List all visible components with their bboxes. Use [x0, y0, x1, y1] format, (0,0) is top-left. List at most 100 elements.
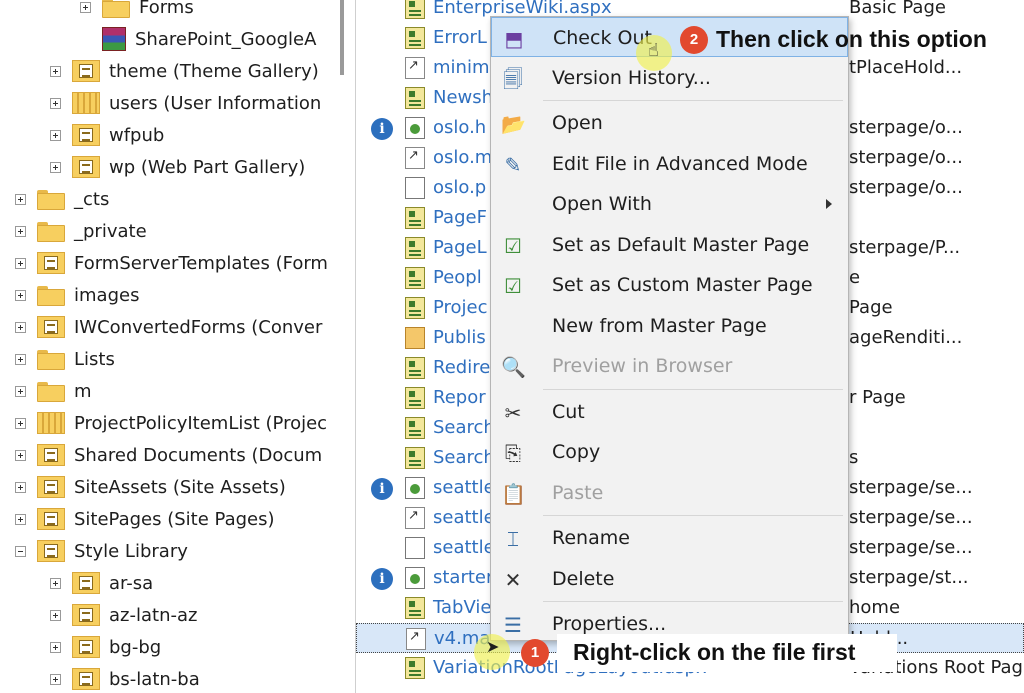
file-name-link[interactable]: Search	[433, 443, 495, 473]
tree-item[interactable]: images	[15, 279, 139, 311]
file-name-link[interactable]: Projec	[433, 293, 488, 323]
file-name-link[interactable]: PageF	[433, 203, 487, 233]
file-name-link[interactable]: Newsh	[433, 83, 493, 113]
file-name-link[interactable]: oslo.p	[433, 173, 486, 203]
tree-item[interactable]: theme (Theme Gallery)	[50, 55, 319, 87]
tree-scrollbar-thumb[interactable]	[340, 0, 344, 75]
menu-item-version-history[interactable]: 🗐 Version History...	[491, 58, 848, 98]
tree-item[interactable]: az-latn-az	[50, 599, 197, 631]
tree-item[interactable]: wp (Web Part Gallery)	[50, 151, 305, 183]
tree-item[interactable]: bg-bg	[50, 631, 161, 663]
expand-icon[interactable]	[15, 257, 26, 269]
expand-icon[interactable]	[15, 289, 26, 301]
tree-item[interactable]: SitePages (Site Pages)	[15, 503, 275, 535]
file-name-link[interactable]: seattle	[433, 503, 495, 533]
tree-item[interactable]: wfpub	[50, 119, 164, 151]
expand-icon[interactable]	[15, 193, 26, 205]
tree-item[interactable]: ProjectPolicyItemList (Projec	[15, 407, 327, 439]
menu-item-label: Open	[552, 112, 603, 134]
link-file-icon	[405, 147, 425, 169]
file-name-link[interactable]: oslo.h	[433, 113, 486, 143]
tree-item[interactable]: _cts	[15, 183, 109, 215]
page-file-icon	[405, 0, 425, 19]
tree-item[interactable]: m	[15, 375, 92, 407]
file-name-link[interactable]: seattle	[433, 473, 495, 503]
expand-icon[interactable]	[15, 321, 26, 333]
folder-icon	[37, 188, 65, 210]
menu-item-delete[interactable]: ✕ Delete	[491, 559, 848, 599]
menu-item-copy[interactable]: ⎘ Copy	[491, 432, 848, 472]
menu-item-set-default-master[interactable]: ☑ Set as Default Master Page	[491, 225, 848, 265]
list-icon	[72, 92, 100, 114]
library-icon	[72, 668, 100, 690]
library-icon	[37, 316, 65, 338]
tree-item[interactable]: users (User Information	[50, 87, 321, 119]
tree-item-label: SitePages (Site Pages)	[74, 508, 275, 530]
collapse-icon[interactable]	[15, 545, 26, 557]
hand-cursor-icon: ☝	[648, 40, 659, 61]
file-title: home	[849, 597, 901, 618]
expand-icon[interactable]	[15, 513, 26, 525]
file-title: sterpage/se...	[849, 507, 973, 528]
tree-item[interactable]: IWConvertedForms (Conver	[15, 311, 322, 343]
tree-item[interactable]: Lists	[15, 343, 115, 375]
menu-item-cut[interactable]: ✂ Cut	[491, 392, 848, 432]
master-file-icon	[405, 477, 425, 499]
file-name-link[interactable]: Search	[433, 413, 495, 443]
menu-item-new-from-master[interactable]: New from Master Page	[491, 306, 848, 346]
step-2-text: Then click on this option	[716, 26, 987, 52]
tree-item[interactable]: Forms	[80, 0, 194, 23]
tree-item[interactable]: SiteAssets (Site Assets)	[15, 471, 286, 503]
menu-item-preview: 🔍 Preview in Browser	[491, 346, 848, 386]
expand-icon[interactable]	[50, 129, 61, 141]
tree-item[interactable]: Style Library	[15, 535, 188, 567]
file-name-link[interactable]: PageL	[433, 233, 487, 263]
menu-item-edit-advanced[interactable]: ✎ Edit File in Advanced Mode	[491, 144, 848, 184]
menu-item-label: Delete	[552, 567, 615, 590]
menu-item-open-with[interactable]: Open With	[491, 184, 848, 224]
file-name-link[interactable]: starter	[433, 563, 493, 593]
menu-item-open[interactable]: 📂 Open	[491, 103, 848, 143]
tree-item[interactable]: _private	[15, 215, 147, 247]
expand-icon[interactable]	[50, 577, 61, 589]
tree-item[interactable]: bs-latn-ba	[50, 663, 200, 693]
file-name-link[interactable]: TabVie	[433, 593, 491, 623]
pane-splitter[interactable]	[338, 0, 346, 693]
expand-icon[interactable]	[15, 481, 26, 493]
file-name-link[interactable]: Peopl	[433, 263, 482, 293]
file-name-link[interactable]: Publis	[433, 323, 486, 353]
file-name-link[interactable]: ErrorL	[433, 23, 487, 53]
tree-item[interactable]: Shared Documents (Docum	[15, 439, 322, 471]
version-history-icon: 🗐	[503, 66, 523, 91]
expand-icon[interactable]	[80, 1, 91, 13]
file-name-link[interactable]: Redire	[433, 353, 490, 383]
file-name-link[interactable]: minim	[433, 53, 489, 83]
file-name-link[interactable]: seattle	[433, 533, 495, 563]
info-icon[interactable]: i	[371, 478, 393, 500]
menu-item-set-custom-master[interactable]: ☑ Set as Custom Master Page	[491, 265, 848, 305]
expand-icon[interactable]	[15, 449, 26, 461]
file-title: sterpage/o...	[849, 147, 963, 168]
expand-icon[interactable]	[50, 609, 61, 621]
expand-icon[interactable]	[50, 97, 61, 109]
tree-item[interactable]: SharePoint_GoogleA	[102, 23, 316, 55]
expand-icon[interactable]	[50, 161, 61, 173]
expand-icon[interactable]	[50, 641, 61, 653]
menu-item-rename[interactable]: ⌶ Rename	[491, 518, 848, 558]
file-title: tPlaceHold...	[849, 57, 963, 78]
tree-item-label: m	[74, 380, 92, 402]
tree-item[interactable]: ar-sa	[50, 567, 153, 599]
info-icon[interactable]: i	[371, 568, 393, 590]
properties-icon: ☰	[504, 613, 522, 637]
expand-icon[interactable]	[15, 417, 26, 429]
expand-icon[interactable]	[50, 673, 61, 685]
expand-icon[interactable]	[50, 65, 61, 77]
tree-item[interactable]: FormServerTemplates (Form	[15, 247, 328, 279]
expand-icon[interactable]	[15, 385, 26, 397]
page-file-icon	[405, 387, 425, 409]
info-icon[interactable]: i	[371, 118, 393, 140]
expand-icon[interactable]	[15, 353, 26, 365]
file-name-link[interactable]: oslo.m	[433, 143, 492, 173]
file-name-link[interactable]: Repor	[433, 383, 486, 413]
expand-icon[interactable]	[15, 225, 26, 237]
